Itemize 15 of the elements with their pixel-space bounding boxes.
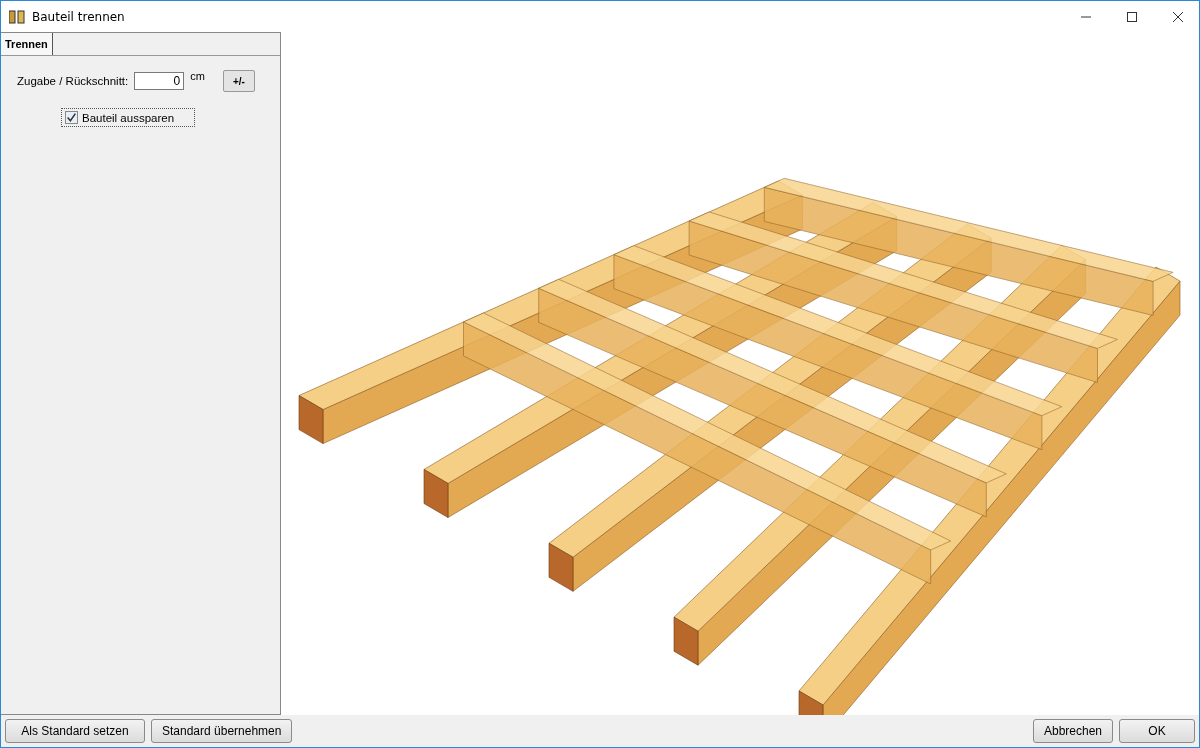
checkmark-icon (66, 112, 77, 123)
unit-label: cm (190, 70, 205, 82)
recess-checkbox[interactable]: Bauteil aussparen (61, 108, 196, 127)
footer-button[interactable]: Als Standard setzen (5, 719, 145, 743)
footer-button[interactable]: Abbrechen (1032, 719, 1113, 743)
tab[interactable]: Trennen (1, 33, 53, 55)
footer-button[interactable]: Standard übernehmen (151, 719, 293, 743)
offset-field[interactable]: 0 (134, 72, 185, 90)
app-icon (9, 9, 25, 24)
offset-label: Zugabe / Rückschnitt: (17, 75, 129, 87)
close-icon[interactable] (1173, 11, 1183, 22)
sign-toggle-button[interactable]: +/- (222, 70, 255, 92)
window-title: Bauteil trennen (32, 9, 125, 24)
footer-button[interactable]: OK (1119, 719, 1195, 743)
maximize-icon[interactable] (1127, 11, 1137, 22)
